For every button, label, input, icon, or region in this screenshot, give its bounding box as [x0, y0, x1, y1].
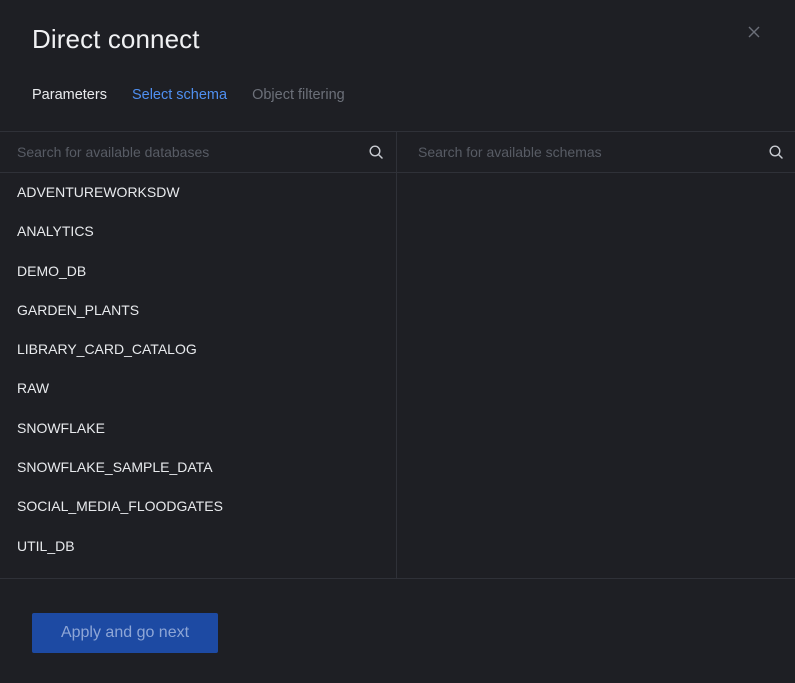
tab-object-filtering: Object filtering [252, 87, 345, 103]
tab-parameters[interactable]: Parameters [32, 87, 107, 103]
list-item-database[interactable]: ADVENTUREWORKSDW [0, 173, 396, 212]
close-icon [748, 26, 760, 38]
schemas-search [397, 132, 795, 173]
selection-panels: ADVENTUREWORKSDW ANALYTICS DEMO_DB GARDE… [0, 131, 795, 579]
databases-list: ADVENTUREWORKSDW ANALYTICS DEMO_DB GARDE… [0, 173, 396, 566]
databases-panel: ADVENTUREWORKSDW ANALYTICS DEMO_DB GARDE… [0, 132, 397, 578]
search-icon[interactable] [768, 144, 784, 160]
apply-and-go-next-button[interactable]: Apply and go next [32, 613, 218, 653]
dialog-title: Direct connect [32, 24, 200, 54]
search-icon[interactable] [368, 144, 384, 160]
databases-search [0, 132, 396, 173]
list-item-database[interactable]: UTIL_DB [0, 527, 396, 566]
list-item-database[interactable]: ANALYTICS [0, 212, 396, 251]
list-item-database[interactable]: LIBRARY_CARD_CATALOG [0, 330, 396, 369]
list-item-database[interactable]: GARDEN_PLANTS [0, 291, 396, 330]
tab-select-schema[interactable]: Select schema [132, 87, 227, 103]
list-item-database[interactable]: RAW [0, 369, 396, 408]
schemas-panel [397, 132, 795, 578]
list-item-database[interactable]: SOCIAL_MEDIA_FLOODGATES [0, 487, 396, 526]
wizard-tabs: Parameters Select schema Object filterin… [32, 87, 345, 103]
direct-connect-dialog: Direct connect Parameters Select schema … [0, 0, 795, 683]
list-item-database[interactable]: SNOWFLAKE [0, 409, 396, 448]
schemas-search-input[interactable] [397, 132, 795, 172]
databases-search-input[interactable] [0, 132, 396, 172]
list-item-database[interactable]: DEMO_DB [0, 252, 396, 291]
list-item-database[interactable]: SNOWFLAKE_SAMPLE_DATA [0, 448, 396, 487]
close-button[interactable] [744, 22, 764, 42]
